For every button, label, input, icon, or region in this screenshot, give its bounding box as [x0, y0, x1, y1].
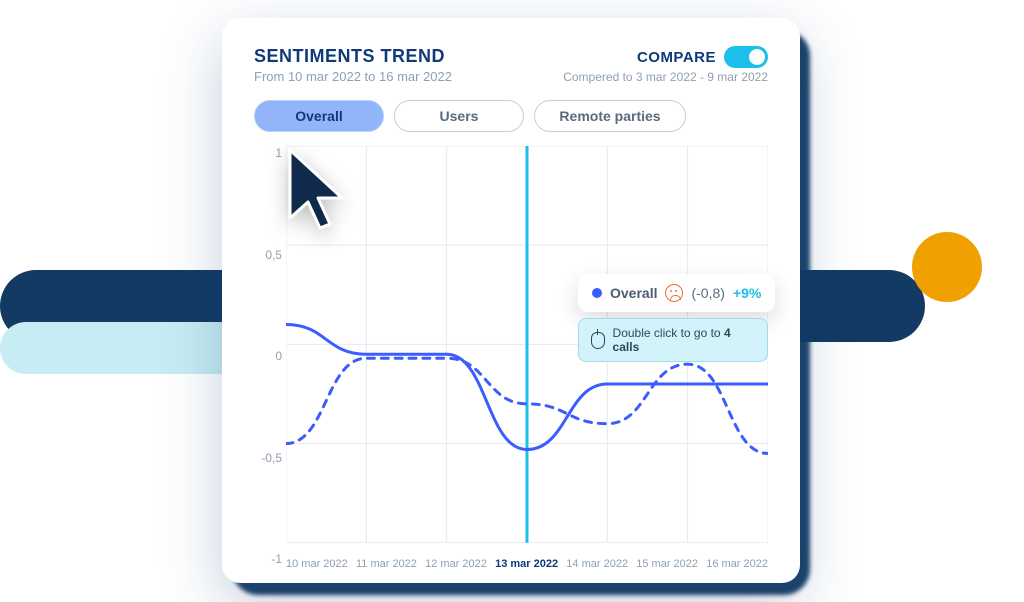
- drilldown-hint[interactable]: Double click to go to 4 calls: [578, 318, 768, 362]
- chart[interactable]: 1 0,5 0 -0,5 -1 Overall (-0,8) +9% Doubl…: [254, 146, 768, 566]
- tab-remote-parties[interactable]: Remote parties: [534, 100, 686, 132]
- y-tick: 0: [275, 349, 282, 363]
- tab-users[interactable]: Users: [394, 100, 524, 132]
- plot-area[interactable]: Overall (-0,8) +9% Double click to go to…: [286, 146, 768, 566]
- tabs: Overall Users Remote parties: [254, 100, 768, 132]
- y-tick: 1: [275, 146, 282, 160]
- x-tick: 11 mar 2022: [356, 558, 417, 570]
- tab-overall[interactable]: Overall: [254, 100, 384, 132]
- x-tick: 16 mar 2022: [706, 558, 768, 570]
- tooltip-series: Overall: [610, 285, 657, 301]
- card-header: SENTIMENTS TREND From 10 mar 2022 to 16 …: [254, 46, 768, 84]
- decorative-circle: [912, 232, 982, 302]
- x-tick: 12 mar 2022: [425, 558, 487, 570]
- chart-tooltip: Overall (-0,8) +9%: [578, 274, 775, 312]
- y-tick: -1: [271, 552, 282, 566]
- click-icon: [591, 332, 605, 349]
- compare-label: COMPARE: [637, 49, 716, 66]
- x-tick: 14 mar 2022: [566, 558, 628, 570]
- hint-text: Double click to go to 4 calls: [613, 326, 755, 354]
- series-dot-icon: [592, 288, 602, 298]
- tooltip-delta: +9%: [733, 285, 761, 301]
- tooltip-value: (-0,8): [691, 285, 724, 301]
- sentiments-card: SENTIMENTS TREND From 10 mar 2022 to 16 …: [222, 18, 800, 583]
- x-tick: 15 mar 2022: [636, 558, 698, 570]
- compare-toggle[interactable]: [724, 46, 768, 68]
- x-axis: 10 mar 2022 11 mar 2022 12 mar 2022 13 mar …: [286, 558, 768, 570]
- sad-face-icon: [665, 284, 683, 302]
- y-tick: -0,5: [261, 451, 282, 465]
- x-tick: 13 mar 2022: [495, 558, 558, 570]
- y-axis: 1 0,5 0 -0,5 -1: [254, 146, 286, 566]
- compare-date-range: Compered to 3 mar 2022 - 9 mar 2022: [563, 70, 768, 84]
- x-tick: 10 mar 2022: [286, 558, 348, 570]
- card-title: SENTIMENTS TREND: [254, 46, 452, 67]
- compare-block: COMPARE Compered to 3 mar 2022 - 9 mar 2…: [563, 46, 768, 84]
- y-tick: 0,5: [265, 248, 282, 262]
- cursor-icon: [286, 146, 356, 236]
- card-date-range: From 10 mar 2022 to 16 mar 2022: [254, 69, 452, 84]
